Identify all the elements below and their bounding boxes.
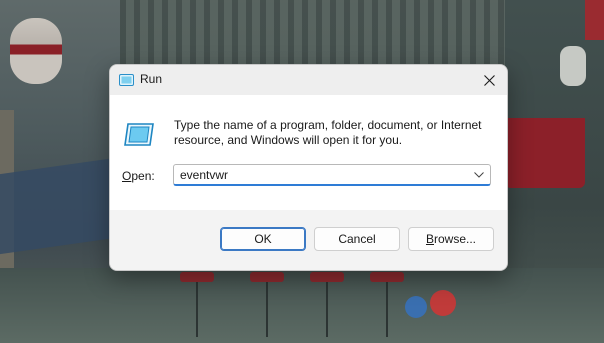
wallpaper-lantern-right	[585, 0, 604, 40]
description-line: resource, and Windows will open it for y…	[174, 133, 403, 147]
wallpaper-stool-leg	[386, 282, 388, 337]
wallpaper-floor	[0, 268, 604, 343]
browse-mnemonic: B	[425, 232, 434, 246]
chevron-down-icon	[474, 172, 484, 178]
wallpaper-stool	[310, 272, 344, 282]
run-icon	[119, 73, 134, 86]
wallpaper-stool-leg	[326, 282, 328, 337]
cancel-button[interactable]: Cancel	[314, 227, 400, 251]
wallpaper-lantern	[10, 18, 62, 84]
open-label: Open:	[122, 169, 155, 183]
wallpaper-lantern-small	[560, 46, 586, 86]
open-input[interactable]	[174, 165, 464, 184]
dialog-description: Type the name of a program, folder, docu…	[174, 118, 494, 148]
run-dialog: Run Type the name of a program, folder, …	[109, 64, 508, 271]
wallpaper-sign-blue	[405, 296, 427, 318]
wallpaper-stool	[370, 272, 404, 282]
wallpaper-stool	[250, 272, 284, 282]
wallpaper-awning	[505, 118, 585, 188]
open-label-mnemonic: O	[122, 169, 132, 183]
close-button[interactable]	[471, 65, 507, 95]
wallpaper-beams	[120, 0, 520, 70]
description-line: Type the name of a program, folder, docu…	[174, 118, 482, 132]
title-bar[interactable]: Run	[110, 65, 507, 95]
wallpaper-stool-leg	[196, 282, 198, 337]
dialog-content	[110, 95, 507, 210]
browse-button[interactable]: Browse...	[408, 227, 494, 251]
window-title: Run	[140, 72, 163, 86]
wallpaper-stool	[180, 272, 214, 282]
run-program-icon	[124, 123, 154, 147]
wallpaper-sign-red	[430, 290, 456, 316]
wallpaper-stool-leg	[266, 282, 268, 337]
dropdown-button[interactable]	[472, 168, 486, 182]
open-combobox[interactable]	[173, 164, 491, 186]
close-icon	[483, 74, 495, 86]
open-label-text: pen:	[131, 169, 155, 183]
ok-button[interactable]: OK	[220, 227, 306, 251]
browse-label: rowse...	[434, 232, 477, 246]
